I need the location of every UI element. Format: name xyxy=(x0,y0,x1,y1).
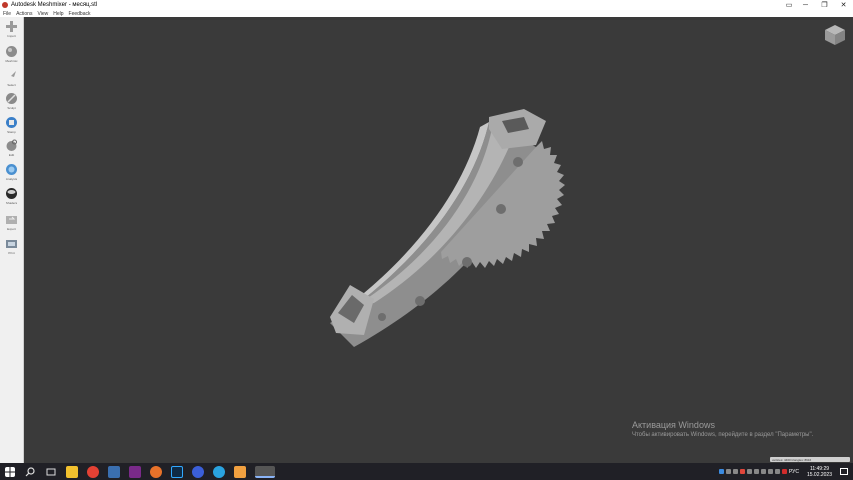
window-title: Autodesk Meshmixer - месяц.stl xyxy=(11,2,98,8)
tray-app-icon[interactable] xyxy=(725,469,731,474)
tray-app-icon[interactable] xyxy=(760,469,766,474)
mesh-stats: vertices: 4460 triangles: 8916 xyxy=(770,457,850,462)
stamp-icon xyxy=(6,117,17,128)
shader-icon xyxy=(6,188,17,199)
tool-label: Stamp xyxy=(7,130,16,134)
plus-icon xyxy=(6,21,17,32)
meshmixer-taskbar-icon[interactable] xyxy=(255,465,275,478)
taskbar: РУС 11:49:29 15.02.2023 xyxy=(0,463,853,480)
tool-label: Sculpt xyxy=(7,106,16,110)
monitor-icon[interactable]: ▭ xyxy=(782,0,796,10)
tool-label: Export xyxy=(7,227,16,231)
window-controls: ▭ ─ ❐ ✕ xyxy=(782,0,853,10)
menu-feedback[interactable]: Feedback xyxy=(69,11,91,17)
maximize-button[interactable]: ❐ xyxy=(815,0,834,10)
system-tray: РУС 11:49:29 15.02.2023 xyxy=(718,463,853,480)
arrow-icon xyxy=(7,71,16,80)
print-icon xyxy=(6,240,17,248)
minimize-button[interactable]: ─ xyxy=(796,0,815,10)
viewport[interactable]: Активация Windows Чтобы активировать Win… xyxy=(24,17,853,463)
photoshop-icon[interactable] xyxy=(171,465,183,478)
task-view-icon[interactable] xyxy=(45,466,57,478)
clock-date: 15.02.2023 xyxy=(806,471,832,478)
tool-stamp[interactable]: Stamp xyxy=(2,116,21,137)
tool-label: Import xyxy=(7,34,16,38)
tool-export[interactable]: Export xyxy=(2,213,21,234)
tool-analysis[interactable]: Analysis xyxy=(2,163,21,184)
activation-subtitle: Чтобы активировать Windows, перейдите в … xyxy=(632,432,814,438)
export-icon xyxy=(6,216,17,224)
meshmixer-logo-icon xyxy=(2,2,8,8)
tool-shaders[interactable]: Shaders xyxy=(2,187,21,208)
sphere-icon xyxy=(6,46,17,57)
network-icon[interactable] xyxy=(767,469,773,474)
close-button[interactable]: ✕ xyxy=(834,0,853,10)
menu-view[interactable]: View xyxy=(37,11,48,17)
gear-segment-model[interactable] xyxy=(24,17,853,463)
menu-actions[interactable]: Actions xyxy=(16,11,32,17)
tool-sculpt[interactable]: Sculpt xyxy=(2,92,21,113)
tool-label: Print xyxy=(8,251,15,255)
app-purple-icon[interactable] xyxy=(129,465,141,478)
clock[interactable]: 11:49:29 15.02.2023 xyxy=(807,466,832,478)
tool-label: Analysis xyxy=(5,177,18,181)
windows-start-icon[interactable] xyxy=(5,466,15,477)
app-blue-round-icon[interactable] xyxy=(192,465,204,478)
notifications-icon[interactable] xyxy=(840,468,848,475)
left-toolbar: Import Meshmix Select Sculpt Stamp Edit xyxy=(0,17,24,463)
tray-app-icon[interactable] xyxy=(732,469,738,474)
brush-icon xyxy=(6,93,17,104)
tool-label: Select xyxy=(7,83,16,87)
menu-help[interactable]: Help xyxy=(53,11,63,17)
app-orange-icon[interactable] xyxy=(234,465,246,478)
edit-icon xyxy=(6,139,17,151)
activation-title: Активация Windows xyxy=(632,420,715,430)
menu-bar: File Actions View Help Feedback xyxy=(0,10,853,17)
title-bar: Autodesk Meshmixer - месяц.stl ▭ ─ ❐ ✕ xyxy=(0,0,853,10)
tool-select[interactable]: Select xyxy=(2,69,21,90)
tool-meshmix[interactable]: Meshmix xyxy=(2,45,21,66)
tray-app-icon[interactable] xyxy=(739,469,745,474)
tool-import[interactable]: Import xyxy=(2,20,21,41)
tool-label: Meshmix xyxy=(5,59,18,63)
chrome-icon[interactable] xyxy=(87,465,99,478)
tray-app-icon[interactable] xyxy=(781,469,787,474)
menu-file[interactable]: File xyxy=(3,11,11,17)
calculator-icon[interactable] xyxy=(108,465,120,478)
tool-label: Shaders xyxy=(5,201,18,205)
tray-app-icon[interactable] xyxy=(753,469,759,474)
tool-label: Edit xyxy=(8,153,15,157)
tool-edit[interactable]: Edit xyxy=(2,139,21,160)
firefox-icon[interactable] xyxy=(150,465,162,478)
telegram-icon[interactable] xyxy=(213,465,225,478)
tray-app-icon[interactable] xyxy=(746,469,752,474)
tool-print[interactable]: Print xyxy=(2,237,21,258)
clock-time: 11:49:29 xyxy=(809,465,830,472)
volume-icon[interactable] xyxy=(774,469,780,474)
search-icon[interactable] xyxy=(24,466,36,478)
language-indicator[interactable]: РУС xyxy=(789,469,799,475)
file-explorer-icon[interactable] xyxy=(66,465,78,478)
windows-activation-watermark: Активация Windows Чтобы активировать Win… xyxy=(632,420,813,438)
tray-app-icon[interactable] xyxy=(718,469,724,474)
analysis-icon xyxy=(6,164,17,175)
